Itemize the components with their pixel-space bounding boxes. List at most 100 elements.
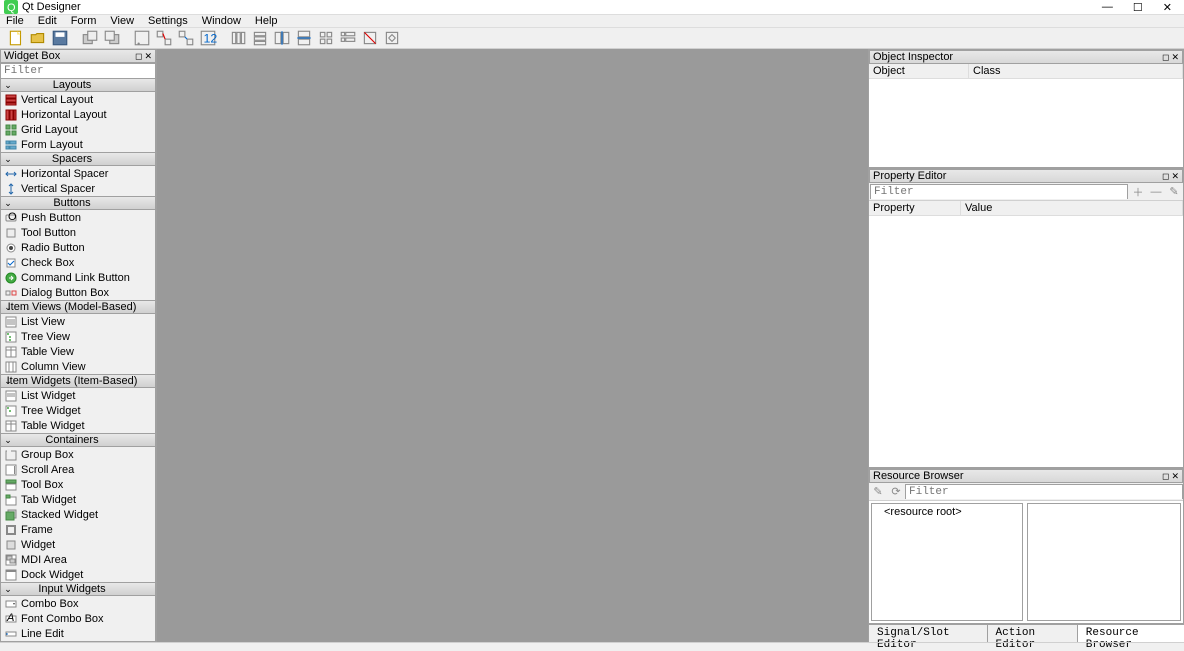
widget-dlgbtn[interactable]: Dialog Button Box xyxy=(1,285,155,300)
widget-combo[interactable]: Combo Box xyxy=(1,596,155,611)
col-property[interactable]: Property xyxy=(869,201,961,215)
widget-treev[interactable]: Tree View xyxy=(1,329,155,344)
col-value[interactable]: Value xyxy=(961,201,1183,215)
menu-help[interactable]: Help xyxy=(255,15,278,27)
send-back-icon[interactable] xyxy=(80,28,100,48)
menu-file[interactable]: File xyxy=(6,15,24,27)
layout-grid-icon[interactable] xyxy=(316,28,336,48)
edit-widgets-icon[interactable] xyxy=(132,28,152,48)
dock-float-icon[interactable]: ◻ xyxy=(1162,471,1169,482)
object-tree[interactable] xyxy=(869,79,1183,167)
widget-label: Font Combo Box xyxy=(21,613,104,625)
edit-signals-icon[interactable] xyxy=(154,28,174,48)
widget-check[interactable]: Check Box xyxy=(1,255,155,270)
property-list[interactable] xyxy=(869,216,1183,467)
widget-vlayout[interactable]: Vertical Layout xyxy=(1,92,155,107)
widget-hspacer[interactable]: Horizontal Spacer xyxy=(1,166,155,181)
tab-resource-browser[interactable]: Resource Browser xyxy=(1077,625,1184,642)
widget-label: Table Widget xyxy=(21,420,85,432)
minimize-button[interactable]: — xyxy=(1102,1,1113,14)
widget-treew[interactable]: Tree Widget xyxy=(1,403,155,418)
widget-lineedit[interactable]: Line Edit xyxy=(1,626,155,641)
dock-float-icon[interactable]: ◻ xyxy=(1162,52,1169,63)
widget-fontcombo[interactable]: AFont Combo Box xyxy=(1,611,155,626)
save-icon[interactable] xyxy=(50,28,70,48)
widget-listw[interactable]: List Widget xyxy=(1,388,155,403)
widget-scroll[interactable]: Scroll Area xyxy=(1,462,155,477)
widget-tablev[interactable]: Table View xyxy=(1,344,155,359)
widget-tool[interactable]: Tool Button xyxy=(1,225,155,240)
edit-resource-icon[interactable]: ✎ xyxy=(869,483,887,501)
tab-action-editor[interactable]: Action Editor xyxy=(987,625,1077,642)
category-spacers[interactable]: ⌄Spacers xyxy=(1,152,155,166)
widget-dock[interactable]: Dock Widget xyxy=(1,567,155,582)
widget-tabw[interactable]: Tab Widget xyxy=(1,492,155,507)
design-canvas[interactable] xyxy=(157,49,868,642)
layout-h-icon[interactable] xyxy=(228,28,248,48)
layout-vsplit-icon[interactable] xyxy=(294,28,314,48)
widget-label: Form Layout xyxy=(21,139,83,151)
widget-filter-input[interactable] xyxy=(1,65,155,78)
layout-v-icon[interactable] xyxy=(250,28,270,48)
widget-grid[interactable]: Grid Layout xyxy=(1,122,155,137)
dock-close-icon[interactable]: ✕ xyxy=(1171,471,1179,482)
category-input-widgets[interactable]: ⌄Input Widgets xyxy=(1,582,155,596)
adjust-size-icon[interactable] xyxy=(382,28,402,48)
widget-colv[interactable]: Column View xyxy=(1,359,155,374)
widget-tablew[interactable]: Table Widget xyxy=(1,418,155,433)
bring-front-icon[interactable] xyxy=(102,28,122,48)
widget-cmdlink[interactable]: Command Link Button xyxy=(1,270,155,285)
settings-icon[interactable]: ✎ xyxy=(1165,183,1183,201)
resource-preview[interactable] xyxy=(1027,503,1181,621)
maximize-button[interactable]: ☐ xyxy=(1133,1,1143,14)
property-filter-input[interactable] xyxy=(871,186,1127,199)
layout-hsplit-icon[interactable] xyxy=(272,28,292,48)
category-item-widgets-item-based-[interactable]: ⌄Item Widgets (Item-Based) xyxy=(1,374,155,388)
resource-filter-input[interactable] xyxy=(906,486,1182,499)
edit-buddies-icon[interactable] xyxy=(176,28,196,48)
widget-toolbox[interactable]: Tool Box xyxy=(1,477,155,492)
category-buttons[interactable]: ⌄Buttons xyxy=(1,196,155,210)
menu-form[interactable]: Form xyxy=(71,15,97,27)
close-button[interactable]: ✕ xyxy=(1163,1,1172,14)
dock-close-icon[interactable]: ✕ xyxy=(1171,52,1179,63)
menu-settings[interactable]: Settings xyxy=(148,15,188,27)
widget-stacked[interactable]: Stacked Widget xyxy=(1,507,155,522)
tab-signal-slot[interactable]: Signal/Slot Editor xyxy=(868,625,986,642)
menu-edit[interactable]: Edit xyxy=(38,15,57,27)
menu-window[interactable]: Window xyxy=(202,15,241,27)
widget-label: Tool Button xyxy=(21,227,76,239)
widget-radio[interactable]: Radio Button xyxy=(1,240,155,255)
break-layout-icon[interactable] xyxy=(360,28,380,48)
dock-close-icon[interactable]: ✕ xyxy=(1171,171,1179,182)
widget-push[interactable]: OKPush Button xyxy=(1,210,155,225)
layout-form-icon[interactable] xyxy=(338,28,358,48)
widget-frame[interactable]: Frame xyxy=(1,522,155,537)
widget-form[interactable]: Form Layout xyxy=(1,137,155,152)
add-property-icon[interactable]: ＋ xyxy=(1129,183,1147,201)
resource-tree[interactable]: <resource root> xyxy=(871,503,1023,621)
dock-close-icon[interactable]: ✕ xyxy=(144,51,152,62)
menu-view[interactable]: View xyxy=(110,15,134,27)
col-class[interactable]: Class xyxy=(969,64,1183,78)
category-layouts[interactable]: ⌄Layouts xyxy=(1,78,155,92)
reload-icon[interactable]: ⟳ xyxy=(887,483,905,501)
resource-root[interactable]: <resource root> xyxy=(872,504,1022,520)
category-item-views-model-based-[interactable]: ⌄Item Views (Model-Based) xyxy=(1,300,155,314)
col-object[interactable]: Object xyxy=(869,64,969,78)
widget-label: Tree Widget xyxy=(21,405,81,417)
new-icon[interactable] xyxy=(6,28,26,48)
widget-hlayout[interactable]: Horizontal Layout xyxy=(1,107,155,122)
remove-property-icon[interactable]: — xyxy=(1147,183,1165,201)
edit-taborder-icon[interactable]: 12 xyxy=(198,28,218,48)
open-icon[interactable] xyxy=(28,28,48,48)
widget-groupbox[interactable]: Group Box xyxy=(1,447,155,462)
widget-widget[interactable]: Widget xyxy=(1,537,155,552)
category-containers[interactable]: ⌄Containers xyxy=(1,433,155,447)
widget-listv[interactable]: List View xyxy=(1,314,155,329)
dock-float-icon[interactable]: ◻ xyxy=(1162,171,1169,182)
widget-label: Check Box xyxy=(21,257,74,269)
widget-vspacer[interactable]: Vertical Spacer xyxy=(1,181,155,196)
widget-mdi[interactable]: MDI Area xyxy=(1,552,155,567)
dock-float-icon[interactable]: ◻ xyxy=(135,51,142,62)
